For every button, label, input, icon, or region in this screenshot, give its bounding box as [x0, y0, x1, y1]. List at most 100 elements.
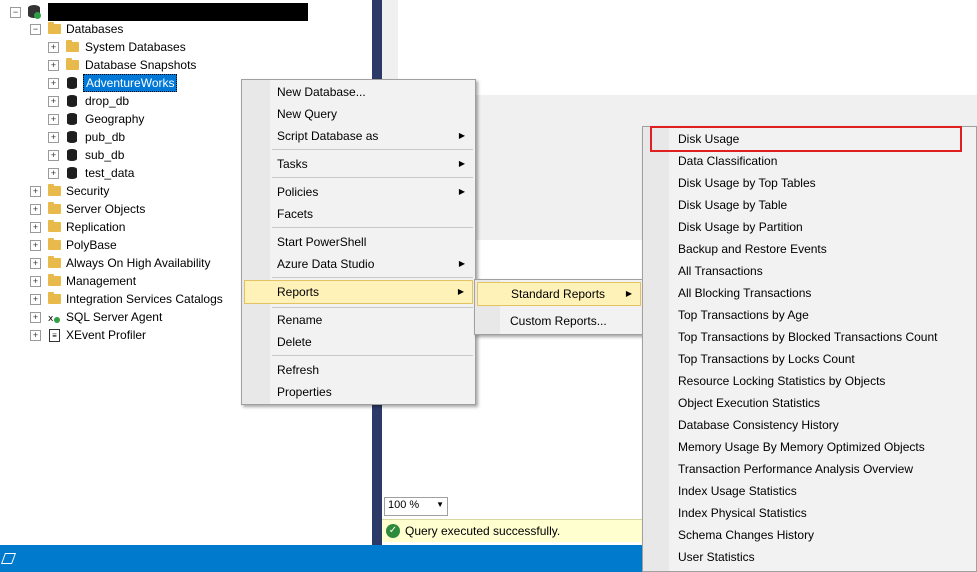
expand-icon[interactable]: + — [30, 258, 41, 269]
collapse-icon[interactable]: − — [30, 24, 41, 35]
menu-item-standard-reports[interactable]: Standard Reports ▶ — [477, 282, 641, 306]
expand-icon[interactable]: + — [30, 240, 41, 251]
menu-item-report-index-usage-statistics[interactable]: Index Usage Statistics — [645, 480, 974, 502]
menu-item-script-database-as[interactable]: Script Database as ▶ — [244, 125, 473, 147]
menu-separator — [272, 355, 473, 356]
menu-item-tasks[interactable]: Tasks ▶ — [244, 153, 473, 175]
menu-item-report-schema-changes-history[interactable]: Schema Changes History — [645, 524, 974, 546]
menu-item-report-top-transactions-by-locks-count[interactable]: Top Transactions by Locks Count — [645, 348, 974, 370]
expand-icon[interactable]: + — [30, 204, 41, 215]
tree-item-sql-server-agent[interactable]: + x SQL Server Agent — [30, 308, 250, 326]
menu-item-report-resource-locking-statistics-by-objects[interactable]: Resource Locking Statistics by Objects — [645, 370, 974, 392]
expand-icon[interactable]: + — [30, 186, 41, 197]
folder-icon — [48, 22, 61, 34]
expand-icon[interactable]: + — [48, 60, 59, 71]
tree-item-always-on[interactable]: + Always On High Availability — [30, 254, 250, 272]
menu-item-azure-data-studio[interactable]: Azure Data Studio ▶ — [244, 253, 473, 275]
expand-icon[interactable]: + — [48, 42, 59, 53]
menu-item-report-data-classification[interactable]: Data Classification — [645, 150, 974, 172]
tree-item-sub-db[interactable]: + sub_db — [48, 146, 248, 164]
menu-item-report-all-blocking-transactions[interactable]: All Blocking Transactions — [645, 282, 974, 304]
tree-item-xevent-profiler[interactable]: + ≡ XEvent Profiler — [30, 326, 250, 344]
menu-item-report-disk-usage-by-partition[interactable]: Disk Usage by Partition — [645, 216, 974, 238]
menu-item-report-transaction-performance-analysis-overview[interactable]: Transaction Performance Analysis Overvie… — [645, 458, 974, 480]
submenu-arrow-icon: ▶ — [457, 287, 464, 296]
menu-item-report-user-statistics[interactable]: User Statistics — [645, 546, 974, 568]
expand-icon[interactable]: + — [30, 330, 41, 341]
menu-item-label: User Statistics — [678, 550, 755, 564]
tree-item-adventureworks[interactable]: + AdventureWorks — [48, 74, 248, 92]
expand-icon[interactable]: + — [48, 132, 59, 143]
agent-icon: x — [48, 311, 60, 324]
menu-item-report-all-transactions[interactable]: All Transactions — [645, 260, 974, 282]
menu-separator — [272, 227, 473, 228]
menu-item-new-database[interactable]: New Database... — [244, 81, 473, 103]
menu-item-report-index-physical-statistics[interactable]: Index Physical Statistics — [645, 502, 974, 524]
tree-item-integration-services[interactable]: + Integration Services Catalogs — [30, 290, 250, 308]
menu-item-policies[interactable]: Policies ▶ — [244, 181, 473, 203]
menu-item-report-object-execution-statistics[interactable]: Object Execution Statistics — [645, 392, 974, 414]
menu-item-report-database-consistency-history[interactable]: Database Consistency History — [645, 414, 974, 436]
tree-item-test-data[interactable]: + test_data — [48, 164, 248, 182]
menu-item-label: Resource Locking Statistics by Objects — [678, 374, 886, 388]
menu-item-facets[interactable]: Facets — [244, 203, 473, 225]
redacted-server-name — [48, 3, 308, 21]
menu-item-report-disk-usage-by-table[interactable]: Disk Usage by Table — [645, 194, 974, 216]
menu-item-label: Top Transactions by Age — [678, 308, 809, 322]
tree-item-drop-db[interactable]: + drop_db — [48, 92, 248, 110]
folder-icon — [48, 238, 61, 250]
tree-item-label: XEvent Profiler — [66, 328, 147, 342]
tree-item-system-databases[interactable]: + System Databases — [48, 38, 248, 56]
menu-item-rename[interactable]: Rename — [244, 309, 473, 331]
tree-item-replication[interactable]: + Replication — [30, 218, 250, 236]
tree-item-pub-db[interactable]: + pub_db — [48, 128, 248, 146]
menu-item-report-memory-usage-by-memory-optimized-objects[interactable]: Memory Usage By Memory Optimized Objects — [645, 436, 974, 458]
tree-item-geography[interactable]: + Geography — [48, 110, 248, 128]
tree-item-security[interactable]: + Security — [30, 182, 250, 200]
expand-icon[interactable]: + — [30, 294, 41, 305]
running-status-icon — [34, 12, 41, 19]
menu-item-report-top-transactions-by-age[interactable]: Top Transactions by Age — [645, 304, 974, 326]
tree-item-server-objects[interactable]: + Server Objects — [30, 200, 250, 218]
collapse-icon[interactable]: − — [10, 7, 21, 18]
menu-item-report-disk-usage-by-top-tables[interactable]: Disk Usage by Top Tables — [645, 172, 974, 194]
expand-icon[interactable]: + — [48, 78, 59, 89]
expand-icon[interactable]: + — [30, 222, 41, 233]
submenu-arrow-icon: ▶ — [625, 289, 632, 298]
menu-item-label: Index Usage Statistics — [678, 484, 797, 498]
reports-submenu: Standard Reports ▶ Custom Reports... — [474, 279, 644, 335]
menu-item-label: Top Transactions by Locks Count — [678, 352, 855, 366]
expand-icon[interactable]: + — [48, 168, 59, 179]
databases-node[interactable]: − Databases — [30, 20, 230, 38]
tree-item-database-snapshots[interactable]: + Database Snapshots — [48, 56, 248, 74]
folder-icon — [48, 274, 61, 286]
menu-item-delete[interactable]: Delete — [244, 331, 473, 353]
menu-item-label: Disk Usage by Partition — [678, 220, 803, 234]
menu-item-report-top-transactions-by-blocked-transactions-count[interactable]: Top Transactions by Blocked Transactions… — [645, 326, 974, 348]
menu-item-label: Object Execution Statistics — [678, 396, 821, 410]
tree-item-label: test_data — [85, 166, 135, 180]
zoom-dropdown[interactable]: 100 % ▼ — [384, 497, 448, 516]
menu-item-new-query[interactable]: New Query — [244, 103, 473, 125]
folder-icon — [66, 40, 79, 52]
menu-item-start-powershell[interactable]: Start PowerShell — [244, 231, 473, 253]
menu-item-reports[interactable]: Reports ▶ — [244, 280, 473, 304]
tree-item-label: Integration Services Catalogs — [66, 292, 223, 306]
menu-item-custom-reports[interactable]: Custom Reports... — [477, 310, 641, 332]
menu-item-refresh[interactable]: Refresh — [244, 359, 473, 381]
expand-icon[interactable]: + — [30, 276, 41, 287]
submenu-arrow-icon: ▶ — [458, 187, 465, 196]
database-context-menu: New Database... New Query Script Databas… — [241, 79, 476, 405]
expand-icon[interactable]: + — [48, 150, 59, 161]
expand-icon[interactable]: + — [30, 312, 41, 323]
menu-item-report-backup-and-restore-events[interactable]: Backup and Restore Events — [645, 238, 974, 260]
menu-item-properties[interactable]: Properties — [244, 381, 473, 403]
submenu-arrow-icon: ▶ — [458, 131, 465, 140]
expand-icon[interactable]: + — [48, 96, 59, 107]
server-node[interactable]: − — [10, 3, 310, 21]
expand-icon[interactable]: + — [48, 114, 59, 125]
tree-item-polybase[interactable]: + PolyBase — [30, 236, 250, 254]
server-icon — [28, 5, 41, 19]
tree-item-management[interactable]: + Management — [30, 272, 250, 290]
tree-item-label: Replication — [66, 220, 126, 234]
